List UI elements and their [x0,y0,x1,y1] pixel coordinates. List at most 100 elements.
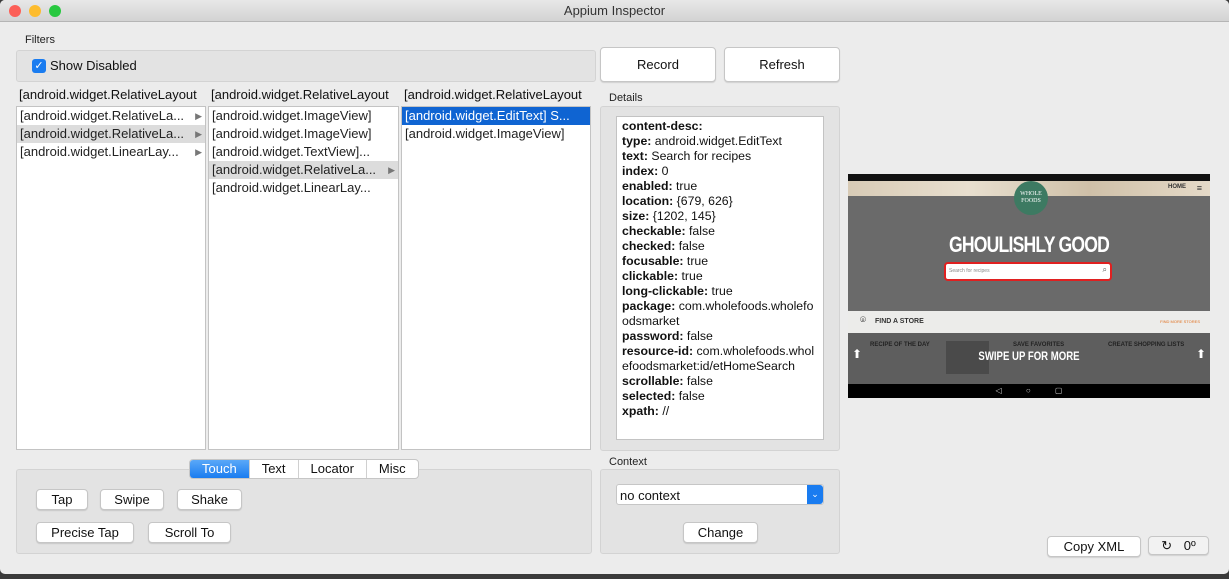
expand-arrow-icon: ▶ [388,165,395,175]
find-store-text: FIND A STORE [875,318,924,325]
tree-node[interactable]: [android.widget.RelativeLa... ▶ [17,107,205,125]
android-nav-bar: ◁ ○ ▢ [848,384,1210,398]
show-disabled-checkbox[interactable]: ✓ Show Disabled [32,58,137,73]
favorites-text: SAVE FAVORITES [1013,342,1065,348]
tab-touch[interactable]: Touch [190,460,250,478]
chevron-down-icon: ⌄ [807,485,823,504]
tree-node[interactable]: [android.widget.ImageView] [209,125,398,143]
checkmark-icon: ✓ [32,58,46,73]
find-more-link: FIND MORE STORES [1160,319,1200,324]
tree-node[interactable]: [android.widget.RelativeLa... ▶ [17,125,205,143]
detail-key: content-desc: [622,119,703,133]
tree-node-label: [android.widget.EditText] S... [405,108,570,123]
tree-node-label: [android.widget.LinearLay... [20,144,179,159]
detail-value: android.widget.EditText [651,134,782,148]
detail-value: false [675,239,705,253]
close-window-button[interactable] [9,5,21,17]
filters-label: Filters [25,34,55,46]
details-content[interactable]: content-desc: type: android.widget.EditTe… [616,116,824,440]
details-label: Details [609,92,643,104]
location-pin-icon: ⌾ [860,315,866,326]
tree-node[interactable]: [android.widget.EditText] S... [402,107,590,125]
detail-value: 0 [658,164,669,178]
detail-key: resource-id: [622,344,694,358]
swipe-button[interactable]: Swipe [100,489,164,510]
detail-key: size: [622,209,650,223]
detail-value: false [675,389,705,403]
search-recipes-field[interactable]: Search for recipes ⌕ [944,262,1112,281]
detail-key: selected: [622,389,676,403]
detail-value: true [708,284,733,298]
detail-value: {679, 626} [673,194,733,208]
search-placeholder: Search for recipes [949,268,990,274]
find-store-strip: ⌾ FIND A STORE FIND MORE STORES [848,311,1210,333]
detail-line: long-clickable: true [622,284,818,299]
window-title: Appium Inspector [563,3,666,18]
detail-line: text: Search for recipes [622,149,818,164]
context-select[interactable]: no context ⌄ [616,484,824,505]
detail-line: scrollable: false [622,374,818,389]
swipe-up-arrow-icon: ⬆ [852,347,863,361]
expand-arrow-icon: ▶ [195,129,202,139]
tree-node[interactable]: [android.widget.ImageView] [209,107,398,125]
copy-xml-button[interactable]: Copy XML [1047,536,1141,557]
minimize-window-button[interactable] [29,5,41,17]
rotate-button[interactable]: ↻ 0º [1148,536,1209,555]
device-screenshot[interactable]: HOME ≡ WHOLE FOODS GHOULISHLY GOOD Search… [848,174,1210,398]
detail-key: password: [622,329,684,343]
show-disabled-label: Show Disabled [50,58,137,73]
swipe-up-text: SWIPE UP FOR MORE [978,349,1080,363]
rotate-icon: ↻ [1161,538,1173,553]
detail-line: enabled: true [622,179,818,194]
precise-tap-button[interactable]: Precise Tap [36,522,134,543]
detail-line: resource-id: com.wholefoods.wholefoodsma… [622,344,818,374]
detail-value: Search for recipes [647,149,752,163]
refresh-button[interactable]: Refresh [724,47,840,82]
detail-key: scrollable: [622,374,684,388]
swipe-up-arrow-icon: ⬆ [1195,347,1206,361]
record-button[interactable]: Record [600,47,716,82]
tree-node-label: [android.widget.LinearLay... [212,180,371,195]
change-context-button[interactable]: Change [683,522,758,543]
tree-node-label: [android.widget.ImageView] [212,126,372,141]
detail-value: true [672,179,698,193]
tree-node[interactable]: [android.widget.ImageView] [402,125,590,143]
status-bar [848,174,1210,181]
tree-node[interactable]: [android.widget.RelativeLa... ▶ [209,161,398,179]
detail-line: type: android.widget.EditText [622,134,818,149]
tree-node-label: [android.widget.TextView]... [212,144,371,159]
tree-column-header: [android.widget.RelativeLayout [404,87,582,102]
shopping-text: CREATE SHOPPING LISTS [1108,342,1185,348]
features-strip: RECIPE OF THE DAY SAVE FAVORITES CREATE … [848,333,1210,384]
detail-line: checkable: false [622,224,818,239]
tab-locator[interactable]: Locator [299,460,367,478]
title-bar: Appium Inspector [0,0,1229,22]
detail-key: enabled: [622,179,673,193]
expand-arrow-icon: ▶ [195,147,202,157]
detail-key: checked: [622,239,676,253]
home-link: HOME [1168,184,1186,190]
whole-foods-logo: WHOLE FOODS [1014,181,1048,215]
menu-icon: ≡ [1196,183,1202,193]
shake-button[interactable]: Shake [177,489,242,510]
headline: GHOULISHLY GOOD [948,232,1110,257]
maximize-window-button[interactable] [49,5,61,17]
tab-misc[interactable]: Misc [367,460,418,478]
detail-line: xpath: // [622,404,818,419]
action-tabs: Touch Text Locator Misc [189,459,419,479]
detail-line: size: {1202, 145} [622,209,818,224]
detail-line: package: com.wholefoods.wholefoodsmarket [622,299,818,329]
tap-button[interactable]: Tap [36,489,88,510]
appium-inspector-window: Appium Inspector Filters ✓ Show Disabled… [0,0,1229,574]
detail-key: xpath: [622,404,659,418]
scroll-to-button[interactable]: Scroll To [148,522,231,543]
detail-value: {1202, 145} [649,209,716,223]
tree-node[interactable]: [android.widget.TextView]... [209,143,398,161]
tree-node-label: [android.widget.RelativeLa... [20,126,185,141]
detail-line: clickable: true [622,269,818,284]
tree-node[interactable]: [android.widget.LinearLay... ▶ [17,143,205,161]
tree-node[interactable]: [android.widget.LinearLay... [209,179,398,197]
tree-column: [android.widget.EditText] S... [android.w… [401,106,591,450]
detail-key: index: [622,164,659,178]
tab-text[interactable]: Text [250,460,299,478]
